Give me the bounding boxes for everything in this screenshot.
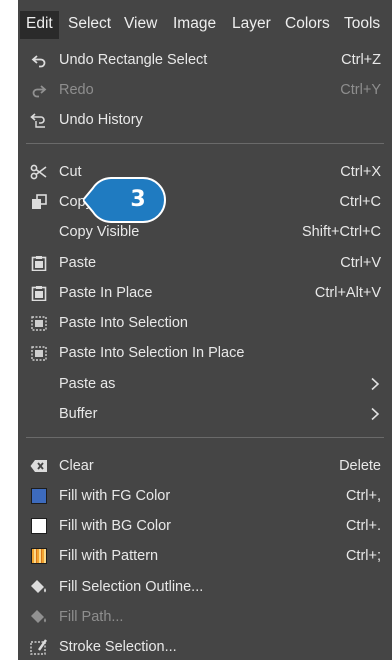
menu-item-paste[interactable]: Paste Ctrl+V: [18, 248, 392, 278]
menu-item-buffer[interactable]: Buffer: [18, 399, 392, 429]
menubar-image[interactable]: Image: [173, 13, 216, 35]
paste-shortcut: Ctrl+V: [340, 255, 381, 271]
edit-menu-panel: Edit Select View Image Layer Colors Tool…: [18, 0, 392, 660]
menu-item-fill-pattern[interactable]: Fill with Pattern Ctrl+;: [18, 541, 392, 571]
paste-label: Paste: [59, 255, 97, 271]
buffer-label: Buffer: [59, 406, 98, 422]
copy-shortcut: Ctrl+C: [339, 194, 382, 210]
paste-as-label: Paste as: [59, 376, 116, 392]
cut-label: Cut: [59, 164, 82, 180]
clear-shortcut: Delete: [339, 458, 381, 474]
fill-fg-shortcut: Ctrl+,: [345, 488, 381, 504]
menubar-colors[interactable]: Colors: [285, 13, 330, 35]
paste-into-selection-icon: [30, 314, 48, 332]
stroke-selection-label: Stroke Selection...: [59, 639, 177, 655]
cut-shortcut: Ctrl+X: [340, 164, 381, 180]
menu-item-fill-path[interactable]: Fill Path...: [18, 602, 392, 632]
scissors-icon: [30, 163, 48, 181]
chevron-right-icon: [371, 407, 380, 421]
menu-item-copy-visible[interactable]: Copy Visible Shift+Ctrl+C: [18, 217, 392, 247]
menubar-select[interactable]: Select: [68, 13, 111, 35]
menubar: Edit Select View Image Layer Colors Tool…: [18, 0, 392, 40]
undo-history-label: Undo History: [59, 112, 143, 128]
menu-item-paste-in-place[interactable]: Paste In Place Ctrl+Alt+V: [18, 278, 392, 308]
menu-item-stroke-selection[interactable]: Stroke Selection...: [18, 632, 392, 660]
menu-item-paste-as[interactable]: Paste as: [18, 369, 392, 399]
undo-history-icon: [30, 111, 48, 129]
redo-icon: [30, 81, 48, 99]
paste-in-place-icon: [30, 284, 48, 302]
fill-pattern-shortcut: Ctrl+;: [345, 548, 381, 564]
fill-fg-label: Fill with FG Color: [59, 488, 171, 504]
menu-item-cut[interactable]: Cut Ctrl+X: [18, 157, 392, 187]
undo-shortcut: Ctrl+Z: [341, 52, 381, 68]
paste-into-selection-in-place-icon: [30, 344, 48, 362]
chevron-right-icon: [371, 377, 380, 391]
copy-visible-shortcut: Shift+Ctrl+C: [302, 224, 381, 240]
menu-item-paste-into-selection-in-place[interactable]: Paste Into Selection In Place: [18, 338, 392, 368]
copy-icon: [30, 193, 48, 211]
menu-item-undo-history[interactable]: Undo History: [18, 105, 392, 135]
fill-path-label: Fill Path...: [59, 609, 124, 625]
menu-item-fill-fg[interactable]: Fill with FG Color Ctrl+,: [18, 481, 392, 511]
undo-icon: [30, 51, 48, 69]
menu-item-clear[interactable]: Clear Delete: [18, 451, 392, 481]
fill-pattern-label: Fill with Pattern: [59, 548, 159, 564]
menu-item-fill-bg[interactable]: Fill with BG Color Ctrl+.: [18, 511, 392, 541]
menu-item-copy[interactable]: Copy Ctrl+C: [18, 187, 392, 217]
bucket-fill-icon: [30, 578, 48, 596]
fill-selection-outline-label: Fill Selection Outline...: [59, 579, 204, 595]
fill-bg-shortcut: Ctrl+.: [345, 518, 381, 534]
menubar-tools[interactable]: Tools: [344, 13, 380, 35]
fill-bg-label: Fill with BG Color: [59, 518, 171, 534]
bucket-fill-icon: [30, 608, 48, 626]
menu-separator: [26, 143, 384, 144]
pattern-swatch-icon: [30, 547, 48, 565]
menu-item-fill-selection-outline[interactable]: Fill Selection Outline...: [18, 572, 392, 602]
clear-icon: [30, 457, 48, 475]
menubar-edit[interactable]: Edit: [20, 11, 59, 39]
menu-separator: [26, 437, 384, 438]
redo-label: Redo: [59, 82, 94, 98]
menubar-view[interactable]: View: [124, 13, 157, 35]
paste-in-place-label: Paste In Place: [59, 285, 153, 301]
paste-icon: [30, 254, 48, 272]
paste-into-selection-label: Paste Into Selection: [59, 315, 188, 331]
menu-item-redo[interactable]: Redo Ctrl+Y: [18, 75, 392, 105]
undo-label: Undo Rectangle Select: [59, 52, 208, 68]
stroke-icon: [30, 638, 48, 656]
fg-color-swatch-icon: [30, 487, 48, 505]
redo-shortcut: Ctrl+Y: [340, 82, 381, 98]
clear-label: Clear: [59, 458, 94, 474]
step-number: 3: [130, 187, 146, 212]
menubar-layer[interactable]: Layer: [232, 13, 271, 35]
menu-item-undo[interactable]: Undo Rectangle Select Ctrl+Z: [18, 45, 392, 75]
bg-color-swatch-icon: [30, 517, 48, 535]
paste-into-selection-in-place-label: Paste Into Selection In Place: [59, 345, 245, 361]
paste-in-place-shortcut: Ctrl+Alt+V: [314, 285, 381, 301]
menu-item-paste-into-selection[interactable]: Paste Into Selection: [18, 308, 392, 338]
